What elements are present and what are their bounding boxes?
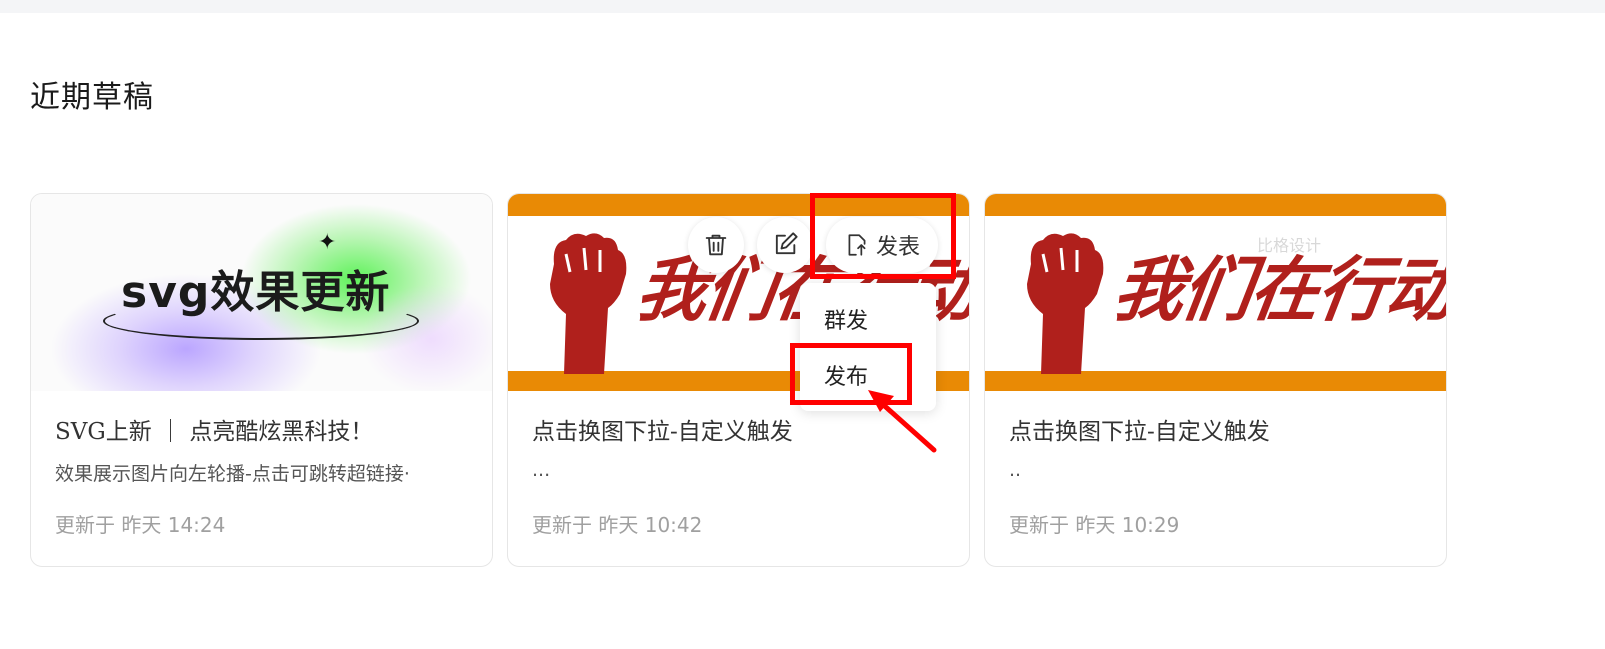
draft-description: .. [1009,459,1022,481]
raised-fist-icon [1027,233,1104,374]
raised-fist-icon [550,233,627,374]
draft-updated-time: 更新于 昨天 10:29 [1009,513,1180,537]
edit-button[interactable] [757,217,813,273]
draft-card[interactable]: ✦ svg效果更新 SVG上新 ｜ 点亮酷炫黑科技！ 效果展示图片向左轮播-点击… [30,193,493,567]
draft-updated-time: 更新于 昨天 10:42 [532,513,703,537]
cover-headline: svg效果更新 [121,267,391,318]
draft-cover-image: 比格设计 我们在行动 [985,194,1446,391]
delete-button[interactable] [688,217,744,273]
annotation-arrow-icon [868,390,937,453]
edit-icon [775,232,798,255]
cover-band-top [985,194,1446,216]
draft-title[interactable]: 点击换图下拉-自定义触发 [1009,412,1270,446]
draft-title[interactable]: SVG上新 ｜ 点亮酷炫黑科技！ [55,412,373,446]
draft-title[interactable]: 点击换图下拉-自定义触发 [532,412,793,446]
draft-description: ... [532,459,551,481]
sparkle-icon: ✦ [318,230,337,255]
draft-cover-image: ✦ svg效果更新 [31,194,492,391]
menu-item-mass-send[interactable]: 群发 [824,303,868,335]
section-title: 近期草稿 [30,80,154,115]
draft-card[interactable]: 比格设计 我们在行动 点击换图下拉-自定义触发 .. 更新于 昨天 10:29 [984,193,1447,567]
top-bar [0,0,1605,13]
draft-description: 效果展示图片向左轮播-点击可跳转超链接· [55,463,410,485]
cover-slogan: 我们在行动 [1108,248,1446,331]
trash-icon [705,234,727,256]
highlight-box-publish [810,193,956,279]
cover-band-bottom [985,371,1446,391]
draft-updated-time: 更新于 昨天 14:24 [55,513,226,537]
